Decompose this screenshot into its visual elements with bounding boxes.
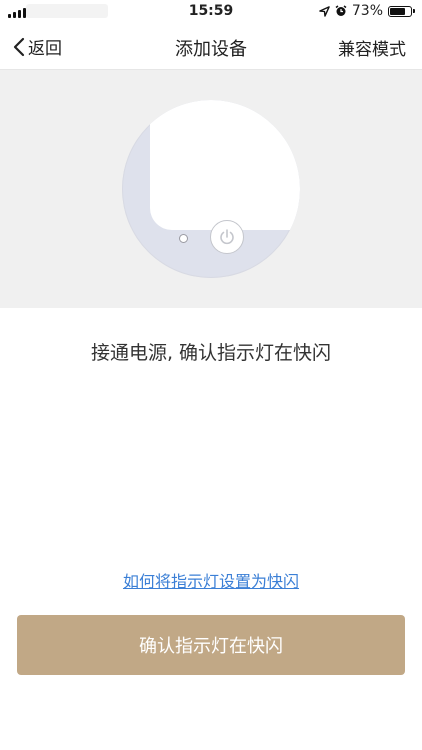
- instruction-text: 接通电源, 确认指示灯在快闪: [90, 342, 332, 364]
- device-image: [122, 100, 300, 278]
- battery-icon: [388, 5, 415, 17]
- device-illustration: [0, 70, 422, 308]
- battery-percent: 73%: [351, 3, 383, 19]
- alarm-icon: [335, 5, 347, 17]
- help-link[interactable]: 如何将指示灯设置为快闪: [0, 568, 422, 592]
- location-icon: [319, 5, 330, 17]
- indicator-light-icon: [179, 234, 188, 243]
- power-icon: [210, 220, 244, 254]
- status-right: 73%: [319, 3, 415, 19]
- device-panel: [150, 100, 300, 230]
- battery-fill: [390, 7, 405, 15]
- nav-bar: 返回 添加设备 兼容模式: [0, 24, 422, 70]
- status-bar: 15:59 73%: [0, 0, 422, 24]
- compatibility-mode-button[interactable]: 兼容模式: [338, 35, 406, 60]
- confirm-button[interactable]: 确认指示灯在快闪: [17, 615, 405, 675]
